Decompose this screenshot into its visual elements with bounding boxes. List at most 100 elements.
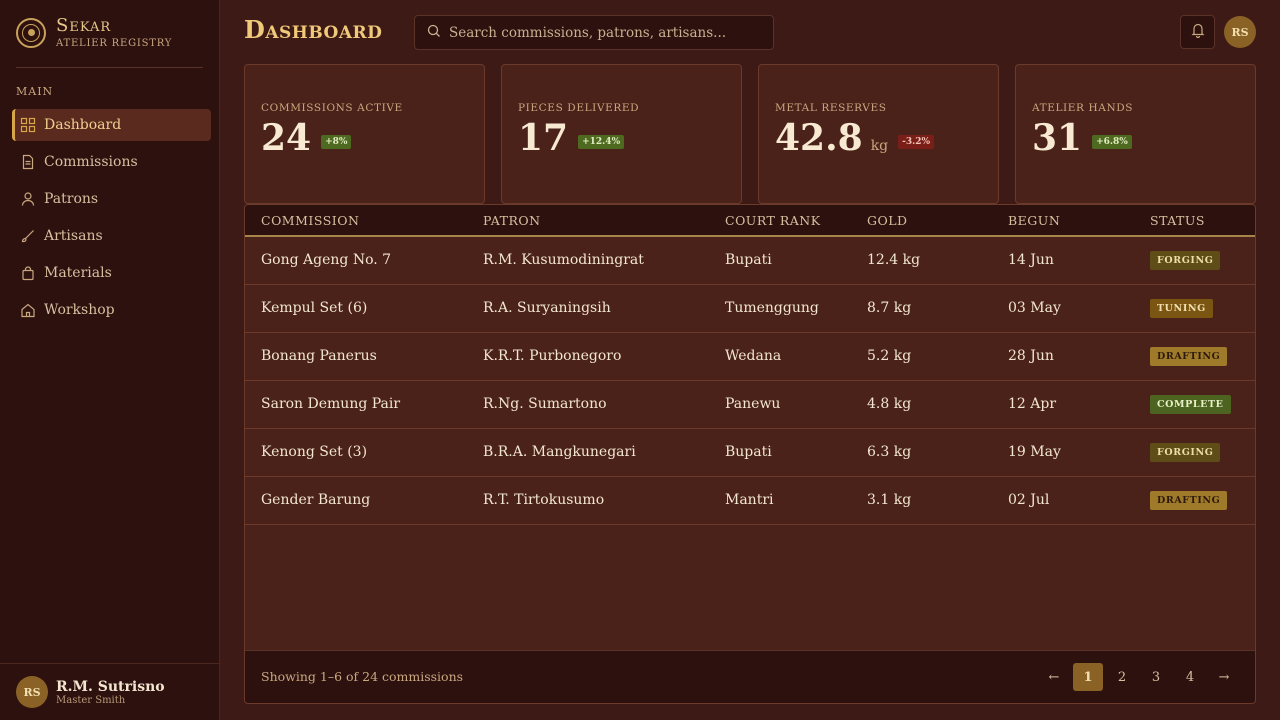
section-label: Main	[16, 85, 54, 98]
cell-rank: Tumenggung	[725, 300, 819, 316]
stat-value: 42.8	[775, 117, 863, 159]
next-page-button[interactable]: →	[1209, 663, 1239, 691]
notifications-button[interactable]	[1180, 15, 1215, 49]
cell-gold: 5.2 kg	[867, 348, 912, 364]
sidebar-item-dashboard[interactable]: Dashboard	[12, 109, 211, 141]
stat-delta-badge: +8%	[321, 135, 352, 149]
sidebar-nav: Dashboard Commissions Patrons Artisans M…	[12, 109, 211, 331]
stat-label: Metal Reserves	[775, 102, 887, 114]
column-header-court-rank[interactable]: Court Rank	[725, 213, 821, 228]
search-input[interactable]	[449, 24, 749, 41]
cell-gold: 12.4 kg	[867, 252, 921, 268]
cell-begun: 19 May	[1008, 444, 1061, 460]
cell-begun: 12 Apr	[1008, 396, 1057, 412]
cell-rank: Bupati	[725, 252, 772, 268]
stat-card-pieces-delivered: Pieces Delivered 17 +12.4%	[501, 64, 742, 204]
avatar[interactable]: RS	[1224, 16, 1256, 48]
table-header: Commission Patron Court Rank Gold Begun …	[245, 205, 1255, 237]
table-row[interactable]: Bonang Panerus K.R.T. Purbonegoro Wedana…	[245, 333, 1255, 381]
stat-value: 31	[1032, 117, 1083, 159]
stat-delta-badge: +6.8%	[1092, 135, 1132, 149]
gong-logo-icon	[16, 17, 46, 48]
page-button-1[interactable]: 1	[1073, 663, 1103, 691]
table-row[interactable]: Kenong Set (3) B.R.A. Mangkunegari Bupat…	[245, 429, 1255, 477]
sidebar-item-commissions[interactable]: Commissions	[12, 146, 211, 178]
table-row[interactable]: Gender Barung R.T. Tirtokusumo Mantri 3.…	[245, 477, 1255, 525]
document-icon	[20, 154, 36, 170]
sidebar-item-label: Commissions	[44, 154, 138, 170]
person-icon	[20, 191, 36, 207]
page-title: Dashboard	[244, 15, 383, 44]
cell-begun: 28 Jun	[1008, 348, 1054, 364]
brand-title: Sekar	[56, 15, 112, 36]
cell-patron: B.R.A. Mangkunegari	[483, 444, 636, 460]
cell-rank: Mantri	[725, 492, 774, 508]
table-row[interactable]: Kempul Set (6) R.A. Suryaningsih Tumengg…	[245, 285, 1255, 333]
cell-rank: Bupati	[725, 444, 772, 460]
cell-patron: R.T. Tirtokusumo	[483, 492, 605, 508]
sidebar-item-materials[interactable]: Materials	[12, 257, 211, 289]
cell-patron: R.Ng. Sumartono	[483, 396, 607, 412]
page-button-3[interactable]: 3	[1141, 663, 1171, 691]
table-row[interactable]: Saron Demung Pair R.Ng. Sumartono Panewu…	[245, 381, 1255, 429]
cell-gold: 8.7 kg	[867, 300, 912, 316]
brand-subtitle: Atelier Registry	[56, 38, 173, 49]
sidebar-item-workshop[interactable]: Workshop	[12, 294, 211, 326]
status-badge: Forging	[1150, 251, 1221, 270]
table-row[interactable]: Gong Ageng No. 7 R.M. Kusumodiningrat Bu…	[245, 237, 1255, 285]
stat-delta-badge: -3.2%	[898, 135, 935, 149]
cell-patron: R.M. Kusumodiningrat	[483, 252, 644, 268]
cell-gold: 6.3 kg	[867, 444, 912, 460]
sidebar-item-artisans[interactable]: Artisans	[12, 220, 211, 252]
search-icon	[427, 23, 441, 42]
pagination-summary: Showing 1–6 of 24 commissions	[261, 669, 464, 684]
stat-card-atelier-hands: Atelier Hands 31 +6.8%	[1015, 64, 1256, 204]
user-name: R.M. Sutrisno	[56, 678, 165, 695]
stat-label: Commissions Active	[261, 102, 403, 114]
column-header-status[interactable]: Status	[1150, 213, 1205, 228]
sidebar-item-label: Patrons	[44, 191, 99, 207]
status-badge: Drafting	[1150, 347, 1228, 366]
sidebar-divider	[16, 67, 203, 68]
status-badge: Tuning	[1150, 299, 1213, 318]
table-footer: Showing 1–6 of 24 commissions ← 1 2 3 4 …	[245, 650, 1255, 703]
avatar: RS	[16, 676, 48, 708]
sidebar: Sekar Atelier Registry Main Dashboard Co…	[0, 0, 220, 720]
sidebar-item-patrons[interactable]: Patrons	[12, 183, 211, 215]
cell-commission: Bonang Panerus	[261, 348, 377, 364]
stat-label: Pieces Delivered	[518, 102, 640, 114]
cell-commission: Kempul Set (6)	[261, 300, 368, 316]
cell-rank: Wedana	[725, 348, 782, 364]
column-header-begun[interactable]: Begun	[1008, 213, 1060, 228]
cell-gold: 3.1 kg	[867, 492, 912, 508]
status-badge: Forging	[1150, 443, 1221, 462]
grid-icon	[20, 117, 36, 133]
page-button-4[interactable]: 4	[1175, 663, 1205, 691]
search-box[interactable]	[414, 15, 774, 50]
column-header-commission[interactable]: Commission	[261, 213, 359, 228]
cell-begun: 02 Jul	[1008, 492, 1050, 508]
column-header-patron[interactable]: Patron	[483, 213, 541, 228]
sidebar-item-label: Workshop	[44, 302, 115, 318]
column-header-gold[interactable]: Gold	[867, 213, 908, 228]
cell-rank: Panewu	[725, 396, 781, 412]
page-button-2[interactable]: 2	[1107, 663, 1137, 691]
stat-value: 24	[261, 117, 312, 159]
cell-commission: Gong Ageng No. 7	[261, 252, 392, 268]
cell-commission: Gender Barung	[261, 492, 371, 508]
stat-card-commissions-active: Commissions Active 24 +8%	[244, 64, 485, 204]
stat-card-metal-reserves: Metal Reserves 42.8 kg -3.2%	[758, 64, 999, 204]
status-badge: Drafting	[1150, 491, 1228, 510]
stat-value: 17	[518, 117, 569, 159]
prev-page-button[interactable]: ←	[1039, 663, 1069, 691]
stat-unit: kg	[870, 138, 889, 154]
cell-patron: K.R.T. Purbonegoro	[483, 348, 622, 364]
pagination: ← 1 2 3 4 →	[1035, 663, 1239, 691]
stat-label: Atelier Hands	[1032, 102, 1134, 114]
brand: Sekar Atelier Registry	[16, 16, 172, 49]
commissions-table: Commission Patron Court Rank Gold Begun …	[244, 204, 1256, 704]
status-badge: Complete	[1150, 395, 1231, 414]
user-profile[interactable]: RS R.M. Sutrisno Master Smith	[0, 663, 219, 720]
sidebar-item-label: Artisans	[44, 228, 103, 244]
cell-patron: R.A. Suryaningsih	[483, 300, 611, 316]
